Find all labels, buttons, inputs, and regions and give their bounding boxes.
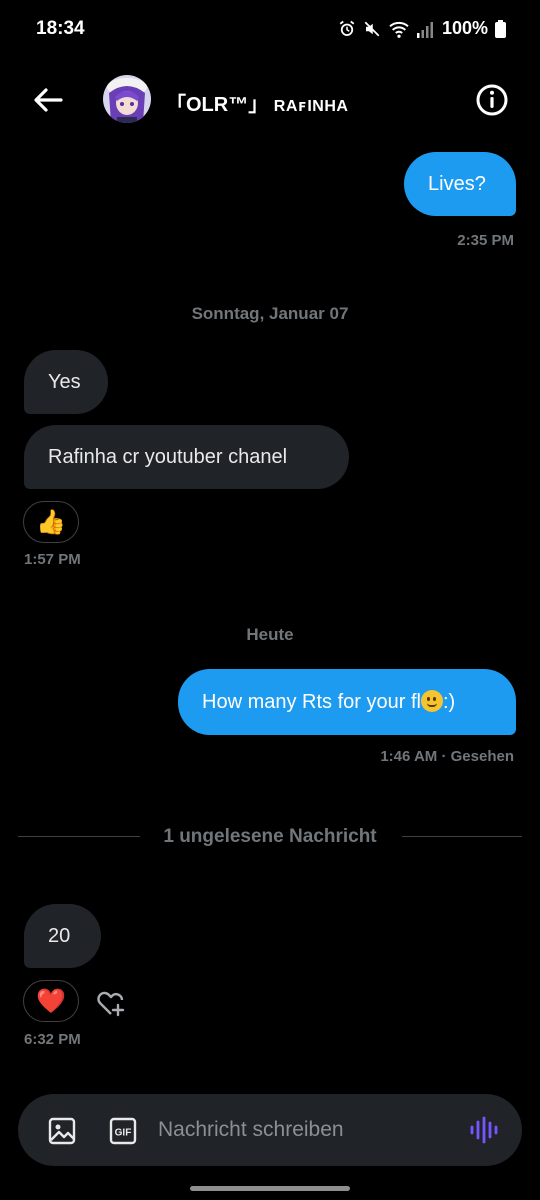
reaction-heart[interactable]: ❤️ xyxy=(23,980,79,1022)
signal-icon xyxy=(416,20,433,38)
gif-button[interactable]: GIF xyxy=(108,1116,138,1146)
voice-message-button[interactable] xyxy=(468,1114,500,1146)
arrow-left-icon xyxy=(34,88,63,112)
status-icons: 100% xyxy=(338,18,506,39)
message-bubble-outgoing[interactable]: Lives? xyxy=(404,152,516,216)
image-button[interactable] xyxy=(47,1116,77,1146)
message-text: Lives? xyxy=(428,173,486,195)
unread-divider: 1 ungelesene Nachricht xyxy=(163,826,377,847)
message-text: 20 xyxy=(48,925,71,947)
info-button[interactable] xyxy=(474,82,510,118)
heart-icon: ❤️ xyxy=(36,987,66,1015)
day-separator: Sonntag, Januar 07 xyxy=(191,304,349,323)
message-timestamp: 6:32 PM xyxy=(24,1031,81,1048)
message-text: Yes xyxy=(48,371,81,393)
alarm-icon xyxy=(338,20,356,38)
info-icon xyxy=(476,84,508,116)
thumbs-up-icon: 👍 xyxy=(36,508,66,536)
status-bar: 18:34 100% xyxy=(0,0,540,62)
message-timestamp: 1:46 AM · Gesehen xyxy=(380,748,514,765)
message-text: How many Rts for your fl:) xyxy=(202,690,456,713)
day-separator: Heute xyxy=(246,625,294,644)
mute-icon xyxy=(363,20,381,38)
add-reaction-button[interactable] xyxy=(94,985,130,1021)
message-bubble-incoming[interactable]: Rafinha cr youtuber chanel xyxy=(24,425,349,489)
gesture-navigation-bar[interactable] xyxy=(190,1186,350,1191)
battery-icon xyxy=(495,19,506,38)
title-main: 「OLR™」 xyxy=(166,94,269,116)
image-icon xyxy=(48,1117,76,1145)
message-input[interactable] xyxy=(158,1094,458,1166)
message-bubble-incoming[interactable]: Yes xyxy=(24,350,108,414)
message-composer: GIF xyxy=(18,1094,522,1166)
avatar[interactable] xyxy=(103,75,151,123)
conversation-title[interactable]: 「OLR™」 RAꜰINHA xyxy=(166,88,348,117)
message-bubble-incoming[interactable]: 20 xyxy=(24,904,101,968)
reaction-thumbs-up[interactable]: 👍 xyxy=(23,501,79,543)
message-text: Rafinha cr youtuber chanel xyxy=(48,446,288,468)
melting-face-emoji-icon xyxy=(420,690,443,712)
conversation-header: 「OLR™」 RAꜰINHA xyxy=(0,66,540,132)
battery-percentage: 100% xyxy=(441,18,488,38)
message-timestamp: 1:57 PM xyxy=(24,551,81,568)
wifi-icon xyxy=(388,20,410,38)
message-timestamp: 2:35 PM xyxy=(457,232,514,249)
message-bubble-outgoing[interactable]: How many Rts for your fl:) xyxy=(178,669,516,735)
gif-icon: GIF xyxy=(109,1117,137,1145)
back-button[interactable] xyxy=(28,80,68,120)
unread-divider-line-right xyxy=(402,836,522,837)
heart-plus-icon xyxy=(97,991,125,1017)
svg-text:GIF: GIF xyxy=(115,1128,132,1139)
voice-message-icon xyxy=(470,1116,498,1144)
status-time: 18:34 xyxy=(36,18,85,39)
title-name: RAꜰINHA xyxy=(273,98,349,115)
